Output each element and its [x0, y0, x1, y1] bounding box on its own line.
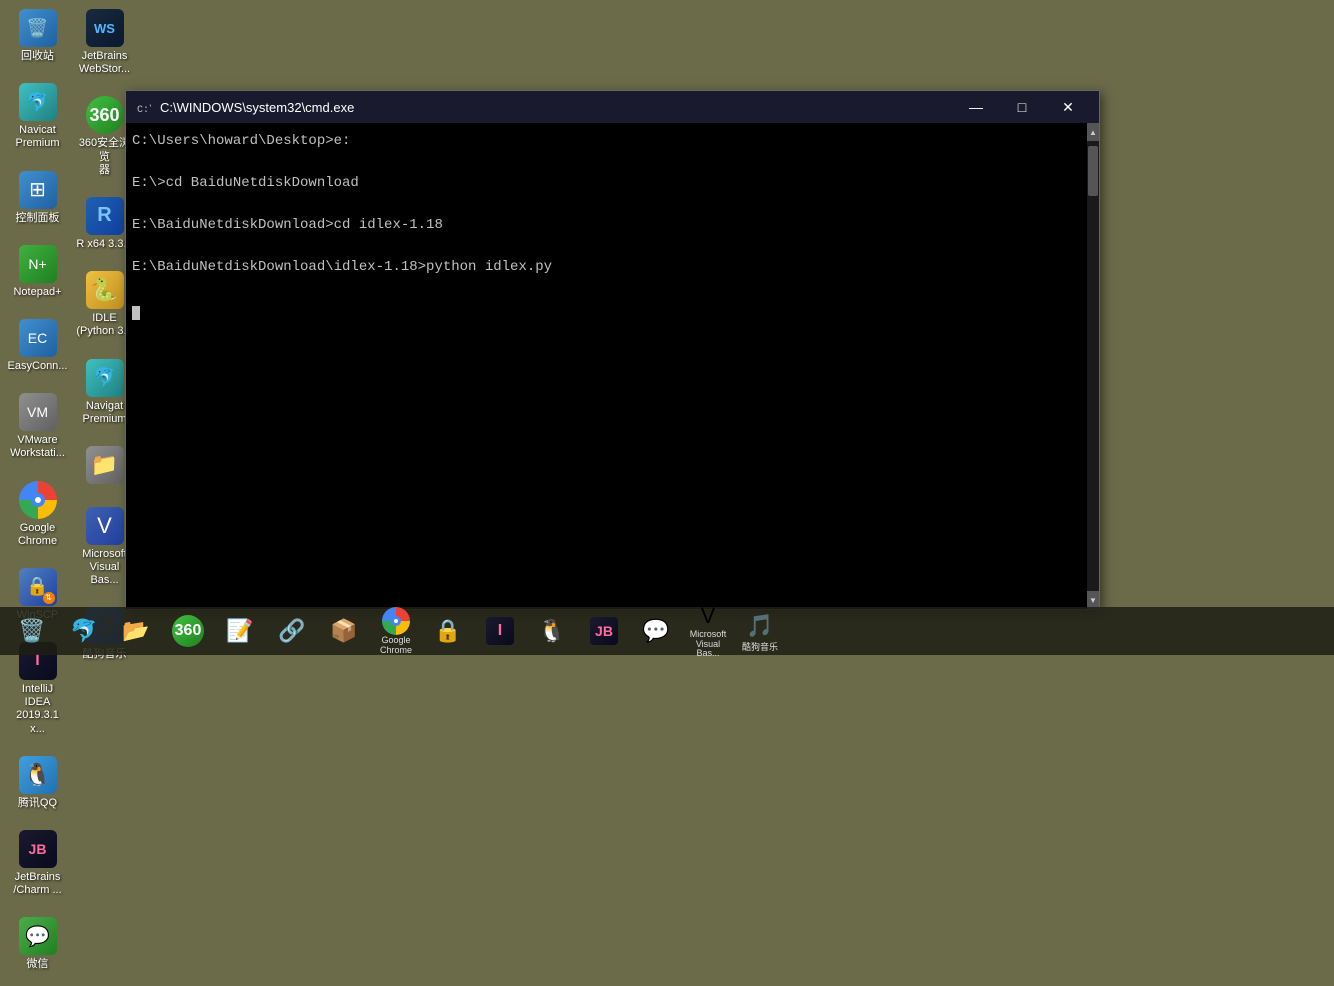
taskbar-icon-wechat[interactable]: 💬: [632, 607, 680, 655]
cmd-line-5: E:\BaiduNetdiskDownload>cd idlex-1.18: [132, 217, 443, 233]
desktop-icon-qq[interactable]: 🐧 腾讯QQ: [5, 752, 70, 814]
cmd-window-icon: C:\: [134, 98, 152, 116]
desktop-icons-col1: 🗑️ 回收站 🐬 NavicatPremium ⊞ 控制面板 N+ Notepa…: [5, 5, 70, 986]
scrollbar-thumb[interactable]: [1088, 146, 1098, 196]
cmd-content[interactable]: C:\Users\howard\Desktop>e: E:\>cd BaiduN…: [126, 123, 1087, 609]
taskbar-xiami-label: 酷狗音乐: [742, 643, 778, 653]
taskbar-xiami-icon: 🎵: [744, 610, 776, 642]
desktop-icon-jetbrains-webstorm[interactable]: WS JetBrainsWebStor...: [72, 5, 137, 80]
desktop-icon-vmware[interactable]: VM VMwareWorkstati...: [5, 389, 70, 464]
desktop-icon-jetbrains-charm[interactable]: JB JetBrains/Charm ...: [5, 826, 70, 901]
taskbar-chrome-icon: [380, 607, 412, 635]
desktop-icon-notepad-plus[interactable]: N+ Notepad+: [5, 241, 70, 303]
taskbar-icon-notepad[interactable]: 📝: [216, 607, 264, 655]
svg-text:C:\: C:\: [137, 104, 151, 115]
desktop-icon-navicat[interactable]: 🐬 NavicatPremium: [5, 79, 70, 154]
cmd-line-1: C:\Users\howard\Desktop>e:: [132, 133, 350, 149]
desktop-icon-recycle-bin[interactable]: 🗑️ 回收站: [5, 5, 70, 67]
cmd-cursor: [132, 301, 140, 317]
cmd-minimize-button[interactable]: —: [953, 91, 999, 123]
scrollbar-track: [1087, 141, 1099, 591]
taskbar-idea-icon: I: [486, 617, 514, 645]
desktop-icon-wechat[interactable]: 💬 微信: [5, 913, 70, 975]
taskbar-icon-unknown[interactable]: 📂: [112, 607, 160, 655]
taskbar-notepad-icon: 📝: [224, 615, 256, 647]
cmd-titlebar: C:\ C:\WINDOWS\system32\cmd.exe — □ ✕: [126, 91, 1099, 123]
cmd-line-3: E:\>cd BaiduNetdiskDownload: [132, 175, 359, 191]
taskbar-icon-chrome[interactable]: Google Chrome: [372, 607, 420, 655]
taskbar: 🗑️ 🐬 📂 360 📝 🔗 📦 Google Chrome 🔒 I 🐧 JB: [0, 607, 1334, 655]
taskbar-icon-xiami[interactable]: 🎵 酷狗音乐: [736, 607, 784, 655]
desktop-icon-control-panel[interactable]: ⊞ 控制面板: [5, 167, 70, 229]
cmd-body: C:\Users\howard\Desktop>e: E:\>cd BaiduN…: [126, 123, 1099, 609]
scrollbar-up-arrow[interactable]: ▲: [1087, 123, 1099, 141]
taskbar-icon-360[interactable]: 360: [164, 607, 212, 655]
taskbar-easyconn-icon: 🔗: [276, 615, 308, 647]
cmd-maximize-button[interactable]: □: [999, 91, 1045, 123]
taskbar-jetbrains-icon: JB: [590, 617, 618, 645]
taskbar-icon-easyconn[interactable]: 🔗: [268, 607, 316, 655]
taskbar-wechat-icon: 💬: [640, 615, 672, 647]
cmd-close-button[interactable]: ✕: [1045, 91, 1091, 123]
desktop-icon-easyconnect[interactable]: EC EasyConn...: [5, 315, 70, 377]
cmd-window: C:\ C:\WINDOWS\system32\cmd.exe — □ ✕ C:…: [125, 90, 1100, 610]
taskbar-winscp-icon: 🔒: [432, 615, 464, 647]
taskbar-icon-winscp[interactable]: 🔒: [424, 607, 472, 655]
taskbar-icon-vmware[interactable]: 📦: [320, 607, 368, 655]
taskbar-vmware-icon: 📦: [328, 615, 360, 647]
cmd-line-7: E:\BaiduNetdiskDownload\idlex-1.18>pytho…: [132, 259, 552, 275]
taskbar-unknown-icon: 📂: [120, 615, 152, 647]
taskbar-360-icon: 360: [172, 615, 204, 647]
taskbar-qq-icon: 🐧: [536, 615, 568, 647]
taskbar-navicat-icon: 🐬: [68, 615, 100, 647]
taskbar-msvisual-icon: V: [692, 603, 724, 629]
desktop-icon-google-chrome[interactable]: GoogleChrome: [5, 477, 70, 552]
cmd-scrollbar[interactable]: ▲ ▼: [1087, 123, 1099, 609]
taskbar-icon-recycle[interactable]: 🗑️: [8, 607, 56, 655]
taskbar-icon-qq[interactable]: 🐧: [528, 607, 576, 655]
cmd-window-title: C:\WINDOWS\system32\cmd.exe: [160, 100, 354, 115]
taskbar-recycle-icon: 🗑️: [16, 615, 48, 647]
taskbar-icon-idea[interactable]: I: [476, 607, 524, 655]
cmd-titlebar-left: C:\ C:\WINDOWS\system32\cmd.exe: [134, 98, 354, 116]
taskbar-icon-msvisual[interactable]: V MicrosoftVisual Bas...: [684, 607, 732, 655]
taskbar-icon-jetbrains[interactable]: JB: [580, 607, 628, 655]
cmd-window-controls: — □ ✕: [953, 91, 1091, 123]
taskbar-chrome-label: Google Chrome: [374, 636, 418, 656]
taskbar-icon-navicat[interactable]: 🐬: [60, 607, 108, 655]
